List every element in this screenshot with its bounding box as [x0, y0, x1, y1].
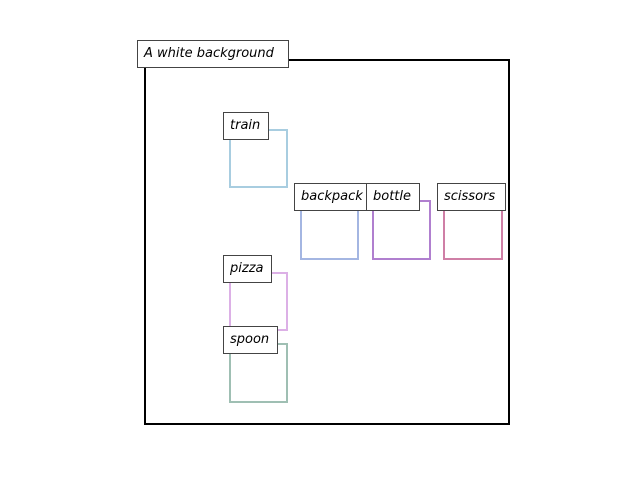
bottle-label: bottle: [366, 183, 420, 211]
scissors-label: scissors: [437, 183, 506, 211]
pizza-label: pizza: [223, 255, 272, 283]
caption-label: A white background: [137, 40, 289, 68]
train-label: train: [223, 112, 269, 140]
spoon-label: spoon: [223, 326, 278, 354]
backpack-label: backpack: [294, 183, 374, 211]
